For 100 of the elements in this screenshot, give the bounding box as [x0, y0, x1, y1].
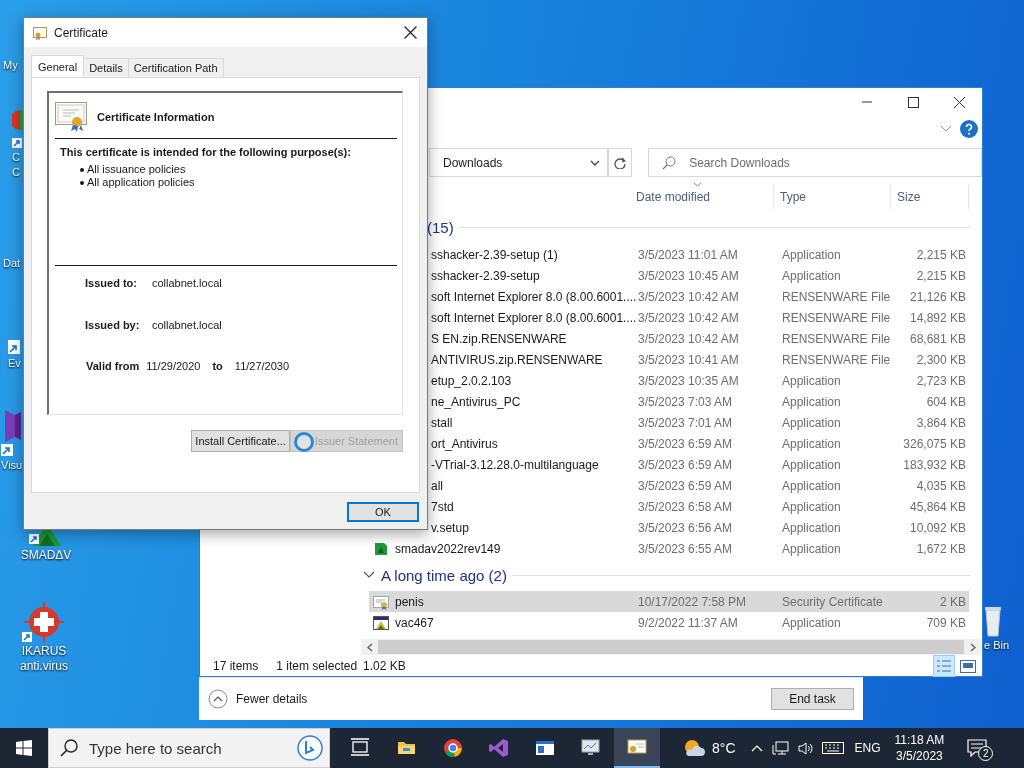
size-cell-text: 2,215 KB	[915, 268, 967, 283]
date-cell-text: 3/5/2023 7:01 AM	[637, 415, 734, 430]
type-cell-text: RENSENWARE File	[781, 289, 892, 304]
details-toggle[interactable]: Fewer details	[206, 687, 310, 711]
size-cell-text: 45,864 KB	[908, 499, 967, 514]
date-value: 11/27/2030	[234, 360, 290, 372]
icon-label: C C	[12, 150, 20, 180]
type-cell-text: Application	[781, 541, 842, 556]
type-cell-text: Application	[781, 478, 842, 493]
type-cell-text: Application	[781, 268, 842, 283]
file-name: soft Internet Explorer 8.0 (8.00.6001....	[431, 310, 637, 325]
file-name: smadav2022rev149	[395, 541, 501, 556]
field-label: to	[212, 360, 223, 372]
field-value: collabnet.local	[152, 276, 222, 289]
dialog-title: Certificate	[54, 25, 110, 40]
notification-button[interactable]: 2	[962, 728, 993, 768]
language-indicator[interactable]: ENG	[850, 728, 885, 768]
date-cell-text: 3/5/2023 6:59 AM	[637, 478, 734, 493]
notification-count: 2	[978, 746, 994, 761]
file-row[interactable]: vac467 9/2/2022 11:37 AM Application 709 KB	[369, 612, 969, 633]
address-bar[interactable]: Downloads	[429, 148, 609, 177]
field-label: Valid from	[86, 360, 140, 372]
search-field[interactable]: Search Downloads	[648, 148, 982, 177]
size-cell-text: 68,681 KB	[908, 331, 967, 346]
date-cell-text: 3/5/2023 6:56 AM	[637, 520, 734, 535]
size-cell-text: 2,300 KB	[915, 352, 967, 367]
icon-label: IKARUS anti.virus	[20, 644, 68, 674]
date-cell-text: 3/5/2023 6:59 AM	[637, 457, 734, 472]
date-cell-text: 3/5/2023 6:58 AM	[637, 499, 734, 514]
selection-status: 1 item selected	[276, 659, 358, 673]
file-name: stall	[431, 415, 453, 430]
file-name: -VTrial-3.12.28.0-multilanguage	[431, 457, 599, 472]
ok-button[interactable]: OK	[347, 502, 419, 522]
install-certificate-button[interactable]: Install Certificate...	[191, 430, 290, 452]
end-task-button[interactable]: End task	[771, 688, 854, 710]
file-row[interactable]: penis 10/17/2022 7:58 PM Security Certificate 2 KB	[369, 591, 969, 612]
type-cell-text: Application	[781, 247, 842, 262]
file-name: S EN.zip.RENSENWARE	[431, 331, 567, 346]
weather-button[interactable]: 8°C	[678, 728, 740, 768]
purpose-item: All issuance policies	[87, 163, 186, 176]
tab[interactable]: Certification Path	[127, 58, 224, 77]
type-cell-text: Application	[781, 373, 842, 388]
type-cell-text: Security Certificate	[781, 594, 884, 609]
temperature-text: 8°C	[712, 740, 736, 756]
type-cell-text: Application	[781, 457, 842, 472]
info-heading: Certificate Information	[97, 111, 215, 123]
clock-date: 3/5/2023	[896, 748, 943, 764]
taskbar-search-field[interactable]: Type here to search	[48, 728, 330, 768]
address-text: Downloads	[442, 155, 503, 170]
type-cell-text: Application	[781, 615, 842, 630]
file-name: vac467	[395, 615, 434, 630]
size-cell-text: 10,092 KB	[908, 520, 967, 535]
icon-label: Visu	[1, 458, 23, 473]
date-cell-text: 3/5/2023 11:01 AM	[637, 247, 739, 262]
selection-size: 1.02 KB	[363, 659, 406, 673]
file-name: 7std	[431, 499, 454, 514]
type-cell-text: Application	[781, 436, 842, 451]
date-cell-text: 3/5/2023 10:35 AM	[637, 373, 740, 388]
date-cell-text: 3/5/2023 6:59 AM	[637, 436, 734, 451]
type-cell-text: RENSENWARE File	[781, 331, 892, 346]
size-cell-text: 2,215 KB	[915, 247, 967, 262]
field-label: Issued to:	[85, 276, 138, 289]
date-cell-text: 3/5/2023 7:03 AM	[637, 394, 734, 409]
clock[interactable]: 11:18 AM 3/5/2023	[890, 732, 949, 764]
size-cell-text: 1,672 KB	[915, 541, 967, 556]
icon-label: Ev	[8, 356, 21, 371]
icon-label: Dat	[3, 256, 21, 271]
date-cell-text: 10/17/2022 7:58 PM	[637, 594, 748, 609]
size-cell-text: 709 KB	[925, 615, 967, 630]
date-value: 11/29/2020	[146, 360, 201, 372]
clock-time: 11:18 AM	[894, 732, 945, 748]
icon-label: SMADΔV	[20, 548, 72, 563]
file-name: v.setup	[431, 520, 469, 535]
type-cell-text: Application	[781, 499, 842, 514]
type-cell-text: Application	[781, 520, 842, 535]
size-cell-text: 183,932 KB	[902, 457, 967, 472]
group-header[interactable]: (15)	[427, 218, 454, 236]
file-name: all	[431, 478, 443, 493]
size-cell-text: 21,126 KB	[908, 289, 967, 304]
file-name: soft Internet Explorer 8.0 (8.00.6001....	[431, 289, 637, 304]
file-name: ort_Antivirus	[431, 436, 498, 451]
size-cell-text: 4,035 KB	[915, 478, 967, 493]
type-cell-text: RENSENWARE File	[781, 352, 892, 367]
tab[interactable]: General	[31, 55, 85, 77]
size-cell-text: 326,075 KB	[902, 436, 967, 451]
date-cell-text: 9/2/2022 11:37 AM	[637, 615, 739, 630]
group-header[interactable]: A long time ago (2)	[381, 566, 507, 584]
file-name: sshacker-2.39-setup	[431, 268, 540, 283]
icon-label: My	[3, 58, 18, 73]
date-cell-text: 3/5/2023 10:41 AM	[637, 352, 740, 367]
purpose-item: All application policies	[87, 176, 195, 189]
field-label: Issued by:	[85, 318, 141, 331]
file-row[interactable]: smadav2022rev149 3/5/2023 6:55 AM Application 1,672 KB	[369, 538, 969, 559]
file-name: penis	[395, 594, 424, 609]
item-count: 17 items	[213, 659, 259, 673]
type-cell-text: Application	[781, 394, 842, 409]
file-name: ANTIVIRUS.zip.RENSENWARE	[431, 352, 603, 367]
size-cell-text: 2,723 KB	[915, 373, 967, 388]
file-name: ne_Antivirus_PC	[431, 394, 521, 409]
type-cell-text: Application	[781, 415, 842, 430]
